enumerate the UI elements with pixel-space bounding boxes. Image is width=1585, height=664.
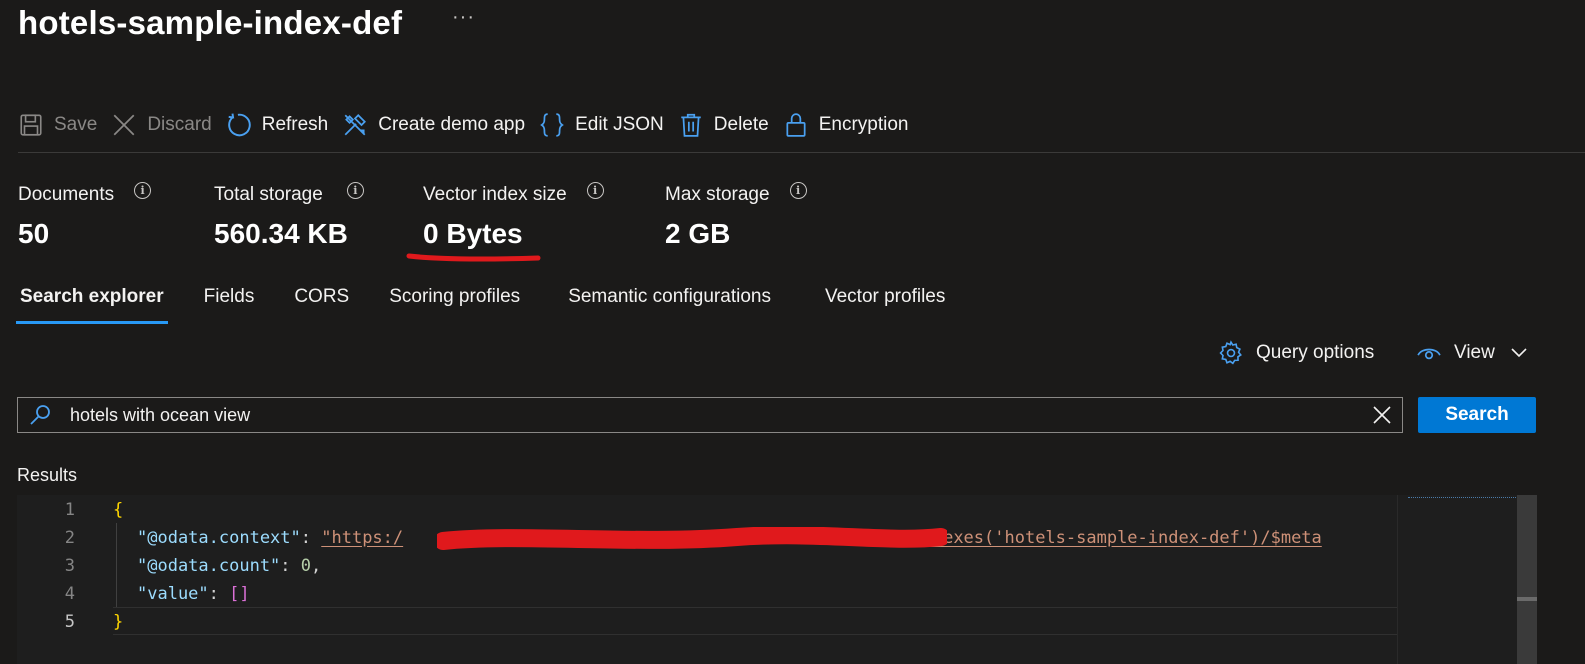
tab-cors[interactable]: CORS <box>292 282 351 322</box>
info-icon[interactable]: i <box>346 181 364 199</box>
query-options-label: Query options <box>1256 342 1375 363</box>
encryption-label: Encryption <box>818 114 909 135</box>
refresh-icon <box>227 113 251 137</box>
create-demo-app-label: Create demo app <box>378 114 526 135</box>
documents-value: 50 <box>18 218 50 249</box>
info-icon[interactable]: i <box>586 181 604 199</box>
tab-search-explorer[interactable]: Search explorer <box>16 282 168 324</box>
tab-semantic-configurations[interactable]: Semantic configurations <box>566 282 773 322</box>
query-options-button[interactable]: Query options <box>1218 340 1374 366</box>
search-icon <box>30 405 50 425</box>
red-underline-annotation <box>406 253 541 262</box>
code-line: 4 "value": [] <box>64 584 250 604</box>
vector-index-size-value: 0 Bytes <box>423 218 523 249</box>
minimap-preview <box>1408 497 1516 500</box>
eye-icon <box>1417 348 1441 360</box>
tab-bar: Search explorer Fields CORS Scoring prof… <box>16 282 947 324</box>
code-line: 5 } <box>64 612 124 632</box>
delete-button[interactable]: Delete <box>678 106 769 144</box>
total-storage-label: Total storage i <box>214 181 364 206</box>
results-label: Results <box>17 465 78 485</box>
delete-label: Delete <box>713 114 769 135</box>
save-icon <box>20 114 42 136</box>
trash-icon <box>681 113 701 137</box>
tab-scoring-profiles[interactable]: Scoring profiles <box>387 282 522 322</box>
lock-icon <box>786 113 806 137</box>
redaction-mark <box>437 527 947 550</box>
command-toolbar: Save Discard Refresh Create demo app Edi… <box>18 106 922 144</box>
close-icon <box>113 114 135 136</box>
results-editor[interactable]: 1 { 2 "@odata.context": "https://indexes… <box>17 495 1537 664</box>
more-options-icon[interactable]: ··· <box>452 6 475 29</box>
toolbar-divider <box>18 152 1585 153</box>
search-button[interactable]: Search <box>1418 397 1536 433</box>
vertical-scrollbar[interactable] <box>1517 495 1537 664</box>
close-icon <box>1373 406 1391 424</box>
minimap[interactable] <box>1397 495 1517 664</box>
search-input[interactable] <box>70 404 1362 426</box>
vector-index-size-label: Vector index size i <box>423 181 604 206</box>
max-storage-label: Max storage i <box>665 181 807 206</box>
info-icon[interactable]: i <box>789 181 807 199</box>
tab-vector-profiles[interactable]: Vector profiles <box>823 282 947 322</box>
save-label: Save <box>54 114 98 135</box>
search-box <box>17 397 1403 433</box>
chevron-down-icon <box>1511 348 1527 358</box>
total-storage-value: 560.34 KB <box>214 218 348 249</box>
tab-fields[interactable]: Fields <box>202 282 257 322</box>
page-title: hotels-sample-index-def <box>18 4 403 41</box>
create-demo-app-button[interactable]: Create demo app <box>342 106 525 144</box>
code-line: 1 { <box>64 500 124 520</box>
refresh-button[interactable]: Refresh <box>226 106 329 144</box>
edit-json-button[interactable]: Edit JSON <box>539 106 664 144</box>
documents-label: Documents i <box>18 181 152 206</box>
discard-button[interactable]: Discard <box>111 106 212 144</box>
code-line: 3 "@odata.count": 0, <box>64 556 322 576</box>
discard-label: Discard <box>147 114 212 135</box>
edit-json-label: Edit JSON <box>575 114 664 135</box>
clear-search-button[interactable] <box>1362 398 1402 432</box>
info-icon[interactable]: i <box>134 181 152 199</box>
encryption-button[interactable]: Encryption <box>783 106 909 144</box>
refresh-label: Refresh <box>261 114 329 135</box>
gear-icon <box>1219 340 1242 365</box>
braces-icon <box>540 113 564 137</box>
scrollbar-thumb[interactable] <box>1517 597 1537 601</box>
view-label: View <box>1454 342 1495 363</box>
max-storage-value: 2 GB <box>665 218 731 249</box>
save-button[interactable]: Save <box>18 106 97 144</box>
view-dropdown[interactable]: View <box>1416 340 1529 366</box>
tools-icon <box>344 114 367 136</box>
